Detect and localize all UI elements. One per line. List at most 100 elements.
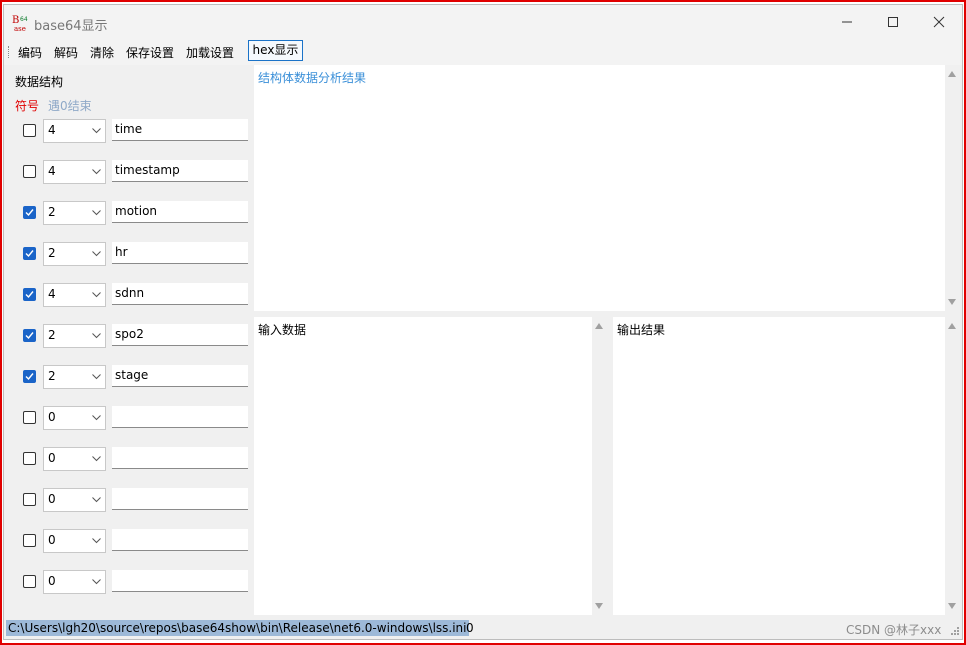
row-size-select[interactable]: 2 bbox=[43, 365, 106, 389]
row-size-value: 2 bbox=[48, 205, 56, 219]
toolbar-grip[interactable] bbox=[8, 46, 11, 58]
row-name-input[interactable]: spo2 bbox=[112, 324, 248, 346]
output-pane[interactable]: 输出结果 bbox=[613, 317, 960, 615]
row-checkbox[interactable] bbox=[23, 124, 36, 137]
data-structure-title: 数据结构 bbox=[15, 75, 64, 89]
checkmark-icon bbox=[25, 291, 34, 299]
chevron-down-icon bbox=[92, 169, 101, 175]
row-size-value: 0 bbox=[48, 410, 56, 424]
chevron-down-icon bbox=[92, 128, 101, 134]
csdn-watermark: CSDN @林子xxx bbox=[846, 623, 942, 637]
row-size-value: 0 bbox=[48, 574, 56, 588]
chevron-down-icon bbox=[92, 456, 101, 462]
row-name-input[interactable]: stage bbox=[112, 365, 248, 387]
row-checkbox[interactable] bbox=[23, 329, 36, 342]
symbol-label[interactable]: 符号 bbox=[15, 97, 39, 114]
minimize-icon bbox=[842, 21, 852, 23]
row-name-input[interactable]: sdnn bbox=[112, 283, 248, 305]
row-checkbox[interactable] bbox=[23, 165, 36, 178]
row-name-value: motion bbox=[115, 204, 158, 218]
row-size-select[interactable]: 4 bbox=[43, 283, 106, 307]
row-size-value: 0 bbox=[48, 451, 56, 465]
output-scrollbar[interactable] bbox=[945, 317, 960, 615]
menu-load-settings[interactable]: 加载设置 bbox=[186, 44, 234, 61]
input-pane[interactable]: 输入数据 bbox=[254, 317, 607, 615]
row-checkbox[interactable] bbox=[23, 452, 36, 465]
menu-decode[interactable]: 解码 bbox=[54, 44, 78, 61]
row-checkbox[interactable] bbox=[23, 288, 36, 301]
row-name-input[interactable]: timestamp bbox=[112, 160, 248, 182]
scroll-up-icon[interactable] bbox=[595, 323, 603, 329]
row-name-input[interactable] bbox=[112, 570, 248, 592]
maximize-button[interactable] bbox=[870, 5, 916, 39]
row-checkbox[interactable] bbox=[23, 411, 36, 424]
row-checkbox[interactable] bbox=[23, 206, 36, 219]
hex-display-button[interactable]: hex显示 bbox=[248, 40, 303, 61]
row-name-input[interactable] bbox=[112, 529, 248, 551]
status-path: C:\Users\lgh20\source\repos\base64show\b… bbox=[6, 620, 469, 636]
menu-save-settings[interactable]: 保存设置 bbox=[126, 44, 174, 61]
row-name-input[interactable] bbox=[112, 488, 248, 510]
row-name-input[interactable]: motion bbox=[112, 201, 248, 223]
row-size-select[interactable]: 4 bbox=[43, 119, 106, 143]
close-button[interactable] bbox=[916, 5, 962, 39]
row-size-select[interactable]: 2 bbox=[43, 324, 106, 348]
row-size-select[interactable]: 0 bbox=[43, 529, 106, 553]
scroll-down-icon[interactable] bbox=[948, 299, 956, 305]
row-size-value: 2 bbox=[48, 328, 56, 342]
menu-clear[interactable]: 清除 bbox=[90, 44, 114, 61]
row-name-input[interactable]: time bbox=[112, 119, 248, 141]
zero-end-label[interactable]: 遇0结束 bbox=[48, 97, 92, 114]
row-size-select[interactable]: 0 bbox=[43, 406, 106, 430]
row-size-value: 2 bbox=[48, 246, 56, 260]
row-checkbox[interactable] bbox=[23, 370, 36, 383]
output-text: 输出结果 bbox=[617, 323, 666, 337]
row-name-value: stage bbox=[115, 368, 149, 382]
checkmark-icon bbox=[25, 250, 34, 258]
svg-text:ase: ase bbox=[14, 25, 26, 33]
analysis-pane[interactable]: 结构体数据分析结果 bbox=[254, 65, 960, 311]
row-size-select[interactable]: 0 bbox=[43, 447, 106, 471]
row-name-input[interactable] bbox=[112, 406, 248, 428]
row-checkbox[interactable] bbox=[23, 247, 36, 260]
row-size-value: 4 bbox=[48, 123, 56, 137]
svg-text:64: 64 bbox=[20, 16, 28, 23]
row-size-value: 4 bbox=[48, 287, 56, 301]
row-checkbox[interactable] bbox=[23, 493, 36, 506]
chevron-down-icon bbox=[92, 333, 101, 339]
menu-bar: 编码 解码 清除 保存设置 加载设置 hex显示 bbox=[4, 39, 962, 65]
row-name-input[interactable] bbox=[112, 447, 248, 469]
row-checkbox[interactable] bbox=[23, 534, 36, 547]
row-name-value: hr bbox=[115, 245, 128, 259]
menu-encode[interactable]: 编码 bbox=[18, 44, 42, 61]
input-scrollbar[interactable] bbox=[592, 317, 607, 615]
row-size-select[interactable]: 2 bbox=[43, 201, 106, 225]
maximize-icon bbox=[888, 17, 898, 27]
row-name-value: timestamp bbox=[115, 163, 180, 177]
input-text: 输入数据 bbox=[258, 323, 307, 337]
chevron-down-icon bbox=[92, 415, 101, 421]
chevron-down-icon bbox=[92, 497, 101, 503]
scroll-down-icon[interactable] bbox=[595, 603, 603, 609]
close-icon bbox=[933, 16, 945, 28]
row-size-select[interactable]: 0 bbox=[43, 570, 106, 594]
row-size-value: 0 bbox=[48, 533, 56, 547]
app-window: B 64 ase base64显示 编码 解码 清除 保存设置 加载设置 hex… bbox=[3, 4, 963, 640]
scroll-up-icon[interactable] bbox=[948, 323, 956, 329]
analysis-scrollbar[interactable] bbox=[945, 65, 960, 311]
row-checkbox[interactable] bbox=[23, 575, 36, 588]
row-size-value: 2 bbox=[48, 369, 56, 383]
scroll-up-icon[interactable] bbox=[948, 71, 956, 77]
chevron-down-icon bbox=[92, 210, 101, 216]
row-size-select[interactable]: 0 bbox=[43, 488, 106, 512]
row-size-select[interactable]: 4 bbox=[43, 160, 106, 184]
row-name-value: spo2 bbox=[115, 327, 144, 341]
row-size-select[interactable]: 2 bbox=[43, 242, 106, 266]
row-name-input[interactable]: hr bbox=[112, 242, 248, 264]
minimize-button[interactable] bbox=[824, 5, 870, 39]
resize-grip-icon[interactable] bbox=[950, 626, 960, 636]
scroll-down-icon[interactable] bbox=[948, 603, 956, 609]
checkmark-icon bbox=[25, 373, 34, 381]
row-name-value: time bbox=[115, 122, 143, 136]
row-name-value: sdnn bbox=[115, 286, 145, 300]
